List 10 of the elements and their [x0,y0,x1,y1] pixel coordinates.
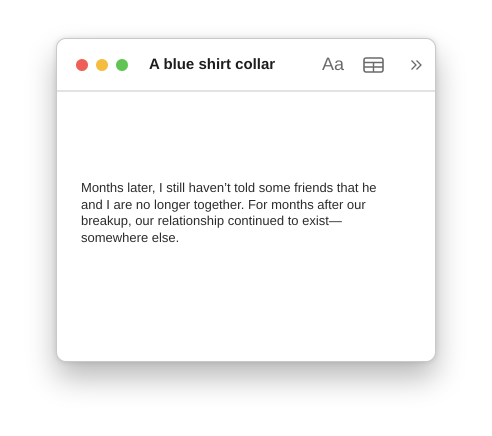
window-title: A blue shirt collar [149,56,276,73]
minimize-icon[interactable] [96,58,108,70]
chevron-icon [410,58,423,70]
more-button[interactable] [410,58,423,70]
zoom-icon[interactable] [116,58,128,70]
close-icon[interactable] [76,58,88,70]
font-button[interactable]: Aa [322,54,344,75]
table-button[interactable] [363,56,384,72]
table-icon [363,56,384,72]
note-text: Months later, I still haven’t told some friends that he and I are no longer together. For months after our breakup, our relationship continued to exist—somewhere else. [81,180,378,246]
